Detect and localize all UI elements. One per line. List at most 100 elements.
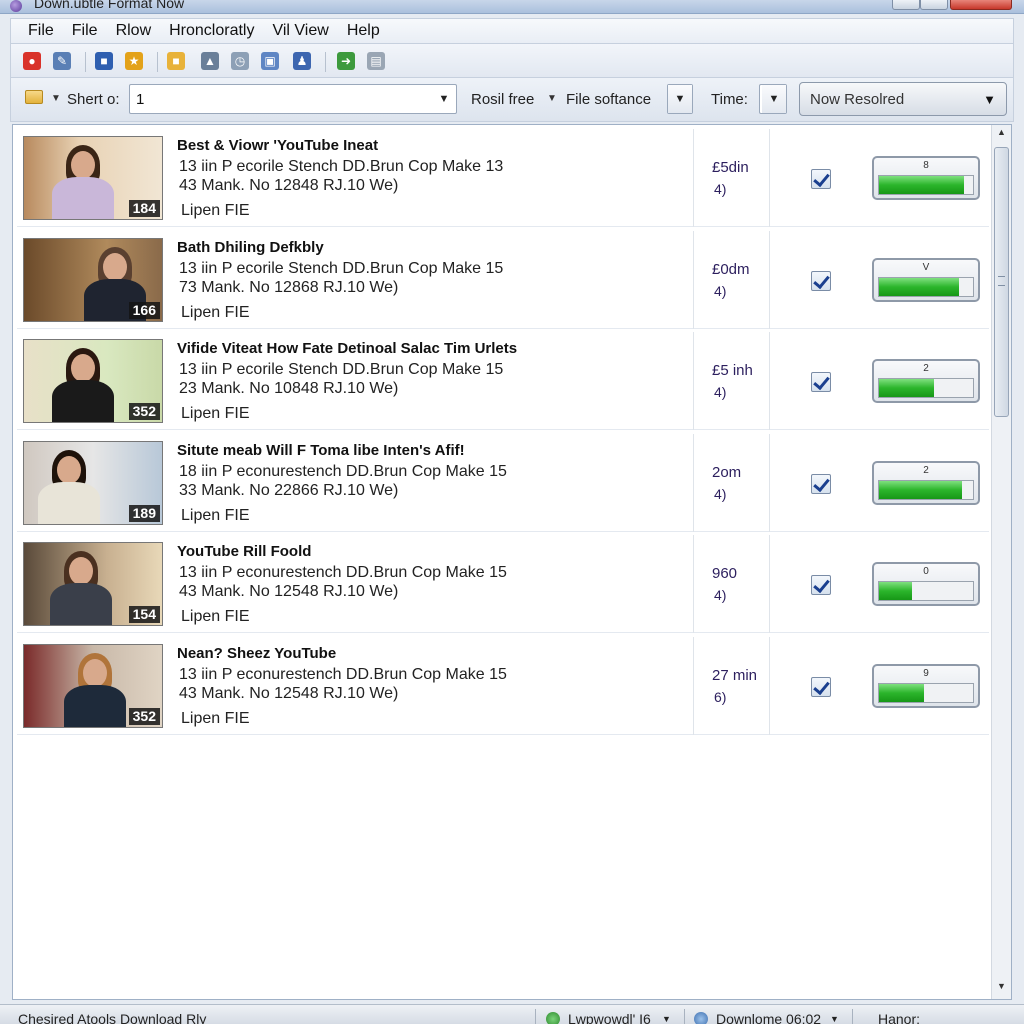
video-details: 13 iin P econurestench DD.Brun Cop Make …	[179, 564, 507, 581]
progress-fill	[879, 176, 964, 194]
video-title[interactable]: Situte meab Will F Toma libe Inten's Afi…	[177, 442, 465, 459]
video-title[interactable]: Bath Dhiling Defkbly	[177, 239, 324, 256]
progress-label: 9	[923, 667, 929, 679]
list-item[interactable]: 189 Situte meab Will F Toma libe Inten's…	[17, 433, 989, 532]
open-file-link[interactable]: Lipen FIE	[181, 405, 249, 423]
chevron-down-icon[interactable]: ▼	[547, 93, 557, 104]
globe-icon	[546, 1012, 560, 1024]
list-item[interactable]: 352 Nean? Sheez YouTube 13 iin P econure…	[17, 636, 989, 735]
upload-arrow-icon[interactable]: ▲	[201, 52, 219, 70]
menu-file[interactable]: File	[19, 22, 63, 40]
software-label[interactable]: File softance	[566, 91, 651, 108]
menu-file-2[interactable]: File	[63, 22, 107, 40]
status-download[interactable]: Downlome 06:02	[716, 1011, 821, 1024]
resolved-label: Now Resolred	[810, 91, 905, 108]
vertical-scrollbar[interactable]: ▲ ▼	[991, 125, 1011, 999]
software-dropdown[interactable]: ▼	[667, 84, 693, 114]
video-meta: 43 Mank. No 12848 RJ.10 We)	[179, 177, 399, 194]
video-thumbnail[interactable]: 166	[23, 237, 163, 322]
duration-badge: 352	[128, 403, 160, 420]
select-checkbox[interactable]	[811, 473, 831, 494]
list-item[interactable]: 154 YouTube Rill Foold 13 iin P econures…	[17, 535, 989, 633]
select-checkbox[interactable]	[811, 575, 831, 595]
file-size-sub: 4)	[714, 587, 727, 603]
folder-star-icon[interactable]: ★	[125, 52, 143, 70]
progress-fill	[879, 277, 959, 296]
open-file-link[interactable]: Lipen FIE	[181, 304, 249, 322]
column-divider	[769, 332, 770, 430]
application-window: Down.ubtle Format Now File File Rlow Hro…	[0, 0, 1024, 1024]
video-details: 13 iin P ecorile Stench DD.Brun Cop Make…	[179, 361, 504, 378]
filter-label[interactable]: Rosil free	[471, 91, 534, 108]
window-title: Down.ubtle Format Now	[34, 0, 185, 11]
folder-icon[interactable]: ■	[167, 52, 185, 70]
file-size: £0dm	[712, 260, 750, 278]
video-details: 13 iin P econurestench DD.Brun Cop Make …	[179, 665, 507, 683]
select-checkbox[interactable]	[811, 676, 831, 697]
chevron-down-icon[interactable]: ▼	[51, 93, 61, 104]
document-icon[interactable]: ▤	[367, 52, 385, 70]
list-item[interactable]: 184 Best & Viowr 'YouTube Ineat 13 iin P…	[17, 129, 989, 227]
search-combobox[interactable]: 1 ▼	[129, 84, 457, 114]
video-title[interactable]: Vifide Viteat How Fate Detinoal Salac Ti…	[177, 340, 517, 357]
progress-label: V	[922, 261, 930, 273]
settings-icon[interactable]: ✎	[53, 52, 71, 70]
search-input[interactable]: 1	[136, 91, 144, 108]
list-item[interactable]: 166 Bath Dhiling Defkbly 13 iin P ecoril…	[17, 230, 989, 329]
scroll-up-icon[interactable]: ▲	[992, 127, 1011, 143]
video-title[interactable]: Best & Viowr 'YouTube Ineat	[177, 137, 378, 154]
scroll-down-icon[interactable]: ▼	[992, 981, 1011, 997]
menu-hroncloratly[interactable]: Hroncloratly	[160, 22, 263, 40]
menu-help[interactable]: Help	[338, 22, 389, 40]
video-details: 13 iin P ecorile Stench DD.Brun Cop Make…	[179, 259, 504, 277]
chevron-down-icon[interactable]: ▼	[762, 85, 786, 113]
status-divider	[684, 1009, 685, 1024]
video-thumbnail[interactable]: 154	[23, 542, 163, 626]
maximize-button[interactable]	[920, 0, 948, 10]
time-dropdown[interactable]: ▼	[759, 84, 787, 114]
resolved-dropdown-button[interactable]: Now Resolred ▼	[799, 82, 1007, 116]
time-label: Time:	[711, 91, 748, 108]
open-file-link[interactable]: Lipen FIE	[181, 202, 249, 220]
progress-track	[878, 378, 974, 398]
menu-rlow[interactable]: Rlow	[107, 22, 161, 40]
grip-icon	[998, 276, 1005, 286]
video-details: 13 iin P ecorile Stench DD.Brun Cop Make…	[179, 158, 504, 175]
close-button[interactable]	[950, 0, 1012, 10]
minimize-button[interactable]	[892, 0, 920, 10]
video-thumbnail[interactable]: 189	[23, 440, 163, 525]
open-file-link[interactable]: Lipen FIE	[181, 608, 249, 626]
select-checkbox[interactable]	[811, 372, 831, 392]
file-size-sub: 4)	[714, 485, 727, 502]
go-icon[interactable]: ➜	[337, 52, 355, 70]
menu-view[interactable]: Vil View	[263, 22, 337, 40]
progress-label: 0	[923, 566, 929, 577]
users-icon[interactable]: ♟	[293, 52, 311, 70]
chevron-down-icon[interactable]: ▼	[830, 1014, 839, 1024]
chevron-down-icon[interactable]: ▼	[668, 85, 692, 113]
folder-icon[interactable]	[25, 90, 43, 104]
column-divider	[693, 332, 694, 430]
video-thumbnail[interactable]: 352	[23, 339, 163, 423]
file-size-sub: 4)	[714, 282, 727, 299]
chevron-down-icon[interactable]: ▼	[432, 85, 456, 113]
list-item[interactable]: 352 Vifide Viteat How Fate Detinoal Sala…	[17, 332, 989, 430]
scrollbar-thumb[interactable]	[994, 147, 1009, 417]
menu-bar: File File Rlow Hroncloratly Vil View Hel…	[10, 18, 1014, 44]
open-file-link[interactable]: Lipen FIE	[181, 710, 249, 728]
chevron-down-icon[interactable]: ▼	[662, 1014, 671, 1024]
monitor-icon[interactable]: ■	[95, 52, 113, 70]
video-thumbnail[interactable]: 352	[23, 643, 163, 728]
open-file-link[interactable]: Lipen FIE	[181, 507, 249, 525]
status-connection[interactable]: Lwpwowdl' I6	[568, 1011, 651, 1024]
stop-icon[interactable]: ●	[23, 52, 41, 70]
video-title[interactable]: Nean? Sheez YouTube	[177, 645, 336, 662]
window-icon[interactable]: ▣	[261, 52, 279, 70]
select-checkbox[interactable]	[811, 270, 831, 291]
download-icon	[694, 1012, 708, 1024]
progress-widget: 2	[872, 460, 980, 505]
select-checkbox[interactable]	[811, 169, 831, 189]
clock-icon[interactable]: ◷	[231, 52, 249, 70]
video-title[interactable]: YouTube Rill Foold	[177, 543, 311, 560]
video-thumbnail[interactable]: 184	[23, 136, 163, 220]
